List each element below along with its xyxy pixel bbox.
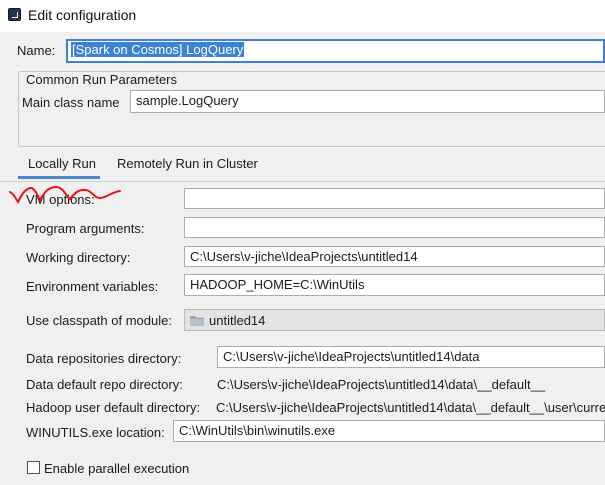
classpath-module-label: Use classpath of module: — [26, 313, 172, 328]
enable-parallel-label[interactable]: Enable parallel execution — [44, 461, 189, 476]
data-default-repo-label: Data default repo directory: — [26, 377, 183, 392]
classpath-module-dropdown[interactable]: untitled14 — [184, 309, 605, 331]
module-folder-icon — [190, 316, 204, 326]
winutils-location-input[interactable]: C:\WinUtils\bin\winutils.exe — [173, 420, 605, 442]
hadoop-user-label: Hadoop user default directory: — [26, 400, 201, 415]
enable-parallel-checkbox[interactable] — [27, 461, 40, 474]
red-scribble-annotation — [9, 185, 121, 204]
data-repositories-input[interactable]: C:\Users\v-jiche\IdeaProjects\untitled14… — [217, 346, 605, 368]
common-parameters-title: Common Run Parameters — [24, 72, 179, 87]
working-directory-label: Working directory: — [26, 250, 131, 265]
data-default-repo-value: C:\Users\v-jiche\IdeaProjects\untitled14… — [217, 377, 546, 392]
program-arguments-label: Program arguments: — [26, 221, 145, 236]
selected-tab-indicator — [18, 176, 100, 179]
tab-separator — [0, 181, 605, 182]
environment-variables-input[interactable]: HADOOP_HOME=C:\WinUtils — [184, 274, 605, 296]
hadoop-user-value: C:\Users\v-jiche\IdeaProjects\untitled14… — [216, 400, 605, 415]
winutils-location-label: WINUTILS.exe location: — [26, 425, 165, 440]
app-icon — [8, 8, 21, 21]
working-directory-input[interactable]: C:\Users\v-jiche\IdeaProjects\untitled14 — [184, 246, 605, 267]
main-class-input[interactable]: sample.LogQuery — [130, 90, 605, 113]
vm-options-input[interactable] — [184, 188, 605, 209]
name-input[interactable]: [Spark on Cosmos] LogQuery — [66, 39, 605, 63]
environment-variables-label: Environment variables: — [26, 279, 159, 294]
window-title: Edit configuration — [28, 7, 137, 23]
data-repositories-label: Data repositories directory: — [26, 351, 182, 366]
tab-remotely-run-in-cluster[interactable]: Remotely Run in Cluster — [117, 155, 258, 181]
hadoop-user-row: Hadoop user default directory: C:\Users\… — [0, 397, 605, 417]
program-arguments-input[interactable] — [184, 217, 605, 238]
name-input-value: [Spark on Cosmos] LogQuery — [71, 42, 245, 57]
title-bar: Edit configuration — [0, 0, 605, 32]
name-label: Name: — [17, 43, 56, 58]
classpath-module-value: untitled14 — [209, 313, 266, 328]
main-class-label: Main class name — [22, 95, 120, 110]
